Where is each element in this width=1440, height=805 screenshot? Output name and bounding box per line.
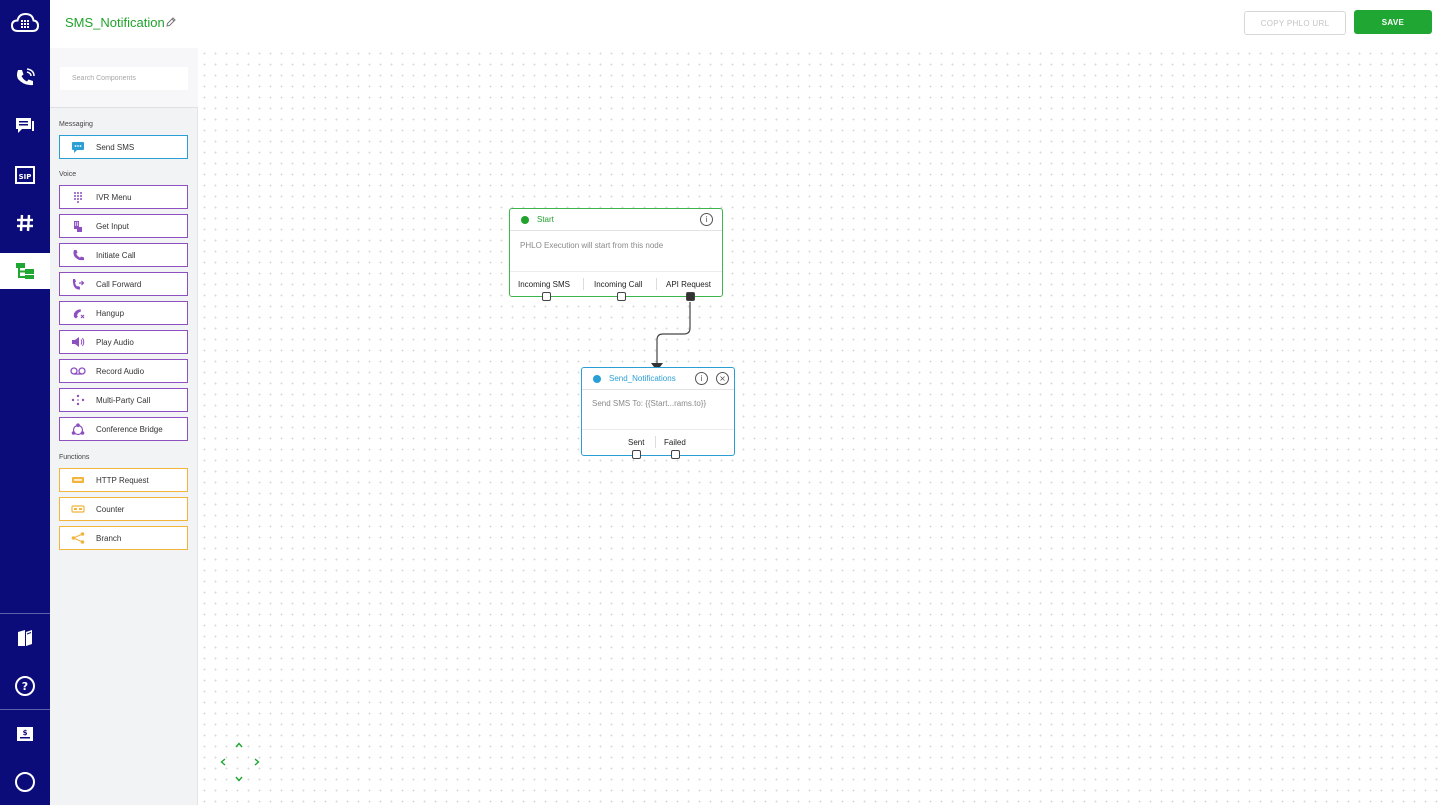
copy-phlo-url-button[interactable]: COPY PHLO URL [1244,11,1346,35]
phone-icon [60,249,96,262]
messaging-icon[interactable] [0,108,50,144]
port-incoming-sms[interactable] [542,292,551,301]
pan-down-icon[interactable] [231,771,247,787]
svg-text:?: ? [22,680,28,693]
help-icon[interactable]: ? [0,668,50,704]
start-node[interactable]: Start i PHLO Execution will start from t… [509,208,723,301]
cloud-logo-icon[interactable] [0,5,50,41]
start-node-title: Start [537,215,554,224]
status-dot [521,215,529,224]
sip-icon[interactable]: SIP [0,157,50,193]
pan-right-icon[interactable] [249,754,265,770]
svg-text:$: $ [23,729,28,737]
svg-text:SIP: SIP [19,173,32,181]
port-label-incoming-call: Incoming Call [594,280,643,289]
main-nav: SIP ? $ [0,0,50,805]
port-label-sent: Sent [628,438,645,447]
component-counter[interactable]: Counter [59,497,188,521]
pan-left-icon[interactable] [215,754,231,770]
component-http-request[interactable]: HTTP Request [59,468,188,492]
conference-icon [60,422,96,436]
sms-node-title: Send_Notifications [609,374,676,383]
voicemail-icon [60,366,96,376]
account-icon[interactable]: $ [0,716,50,752]
port-label-failed: Failed [664,438,686,447]
category-messaging: Messaging [59,121,93,128]
component-initiate-call[interactable]: Initiate Call [59,243,188,267]
component-play-audio[interactable]: Play Audio [59,330,188,354]
components-panel: Messaging Send SMS Voice IVR Menu Get In… [50,48,198,805]
port-sent[interactable] [632,450,641,459]
component-conference-bridge[interactable]: Conference Bridge [59,417,188,441]
info-icon[interactable]: i [695,372,708,385]
port-label-api-request: API Request [666,280,711,289]
multi-party-icon [60,394,96,406]
pan-up-icon[interactable] [231,737,247,753]
search-components-input[interactable] [60,67,188,90]
flow-canvas[interactable]: Start i PHLO Execution will start from t… [199,48,1440,805]
send-sms-node[interactable]: Send_Notifications i × Send SMS To: {{St… [581,367,735,459]
info-icon[interactable]: i [700,213,713,226]
port-label-incoming-sms: Incoming SMS [518,280,571,289]
hangup-icon [60,307,96,320]
status-dot [593,374,601,383]
profile-icon[interactable] [0,764,50,800]
component-call-forward[interactable]: Call Forward [59,272,188,296]
speaker-icon [60,336,96,348]
port-failed[interactable] [671,450,680,459]
phlo-flows-icon[interactable] [0,253,50,289]
component-ivr-menu[interactable]: IVR Menu [59,185,188,209]
connection-line [651,302,691,371]
get-input-icon [60,220,96,233]
sms-bubble-icon [60,141,96,153]
sms-node-description: Send SMS To: {{Start...rams.to}} [592,399,707,408]
edit-pencil-icon[interactable] [165,15,177,33]
category-voice: Voice [59,171,77,178]
flow-title[interactable]: SMS_Notification [65,15,165,30]
counter-icon [60,505,96,513]
component-branch[interactable]: Branch [59,526,188,550]
voice-calls-icon[interactable] [0,60,50,96]
docs-book-icon[interactable] [0,620,50,656]
http-icon [60,476,96,484]
close-icon[interactable]: × [716,372,729,385]
start-node-description: PHLO Execution will start from this node [520,241,664,250]
category-functions: Functions [59,454,90,461]
keypad-icon [60,191,96,203]
save-button[interactable]: SAVE [1354,10,1432,34]
call-forward-icon [60,278,96,291]
app-header: SMS_Notification COPY PHLO URL SAVE [50,0,1440,48]
component-multi-party-call[interactable]: Multi-Party Call [59,388,188,412]
port-api-request[interactable] [686,292,695,301]
component-record-audio[interactable]: Record Audio [59,359,188,383]
component-hangup[interactable]: Hangup [59,301,188,325]
component-send-sms[interactable]: Send SMS [59,135,188,159]
branch-icon [60,532,96,544]
port-incoming-call[interactable] [617,292,626,301]
component-get-input[interactable]: Get Input [59,214,188,238]
numbers-icon[interactable] [0,205,50,241]
